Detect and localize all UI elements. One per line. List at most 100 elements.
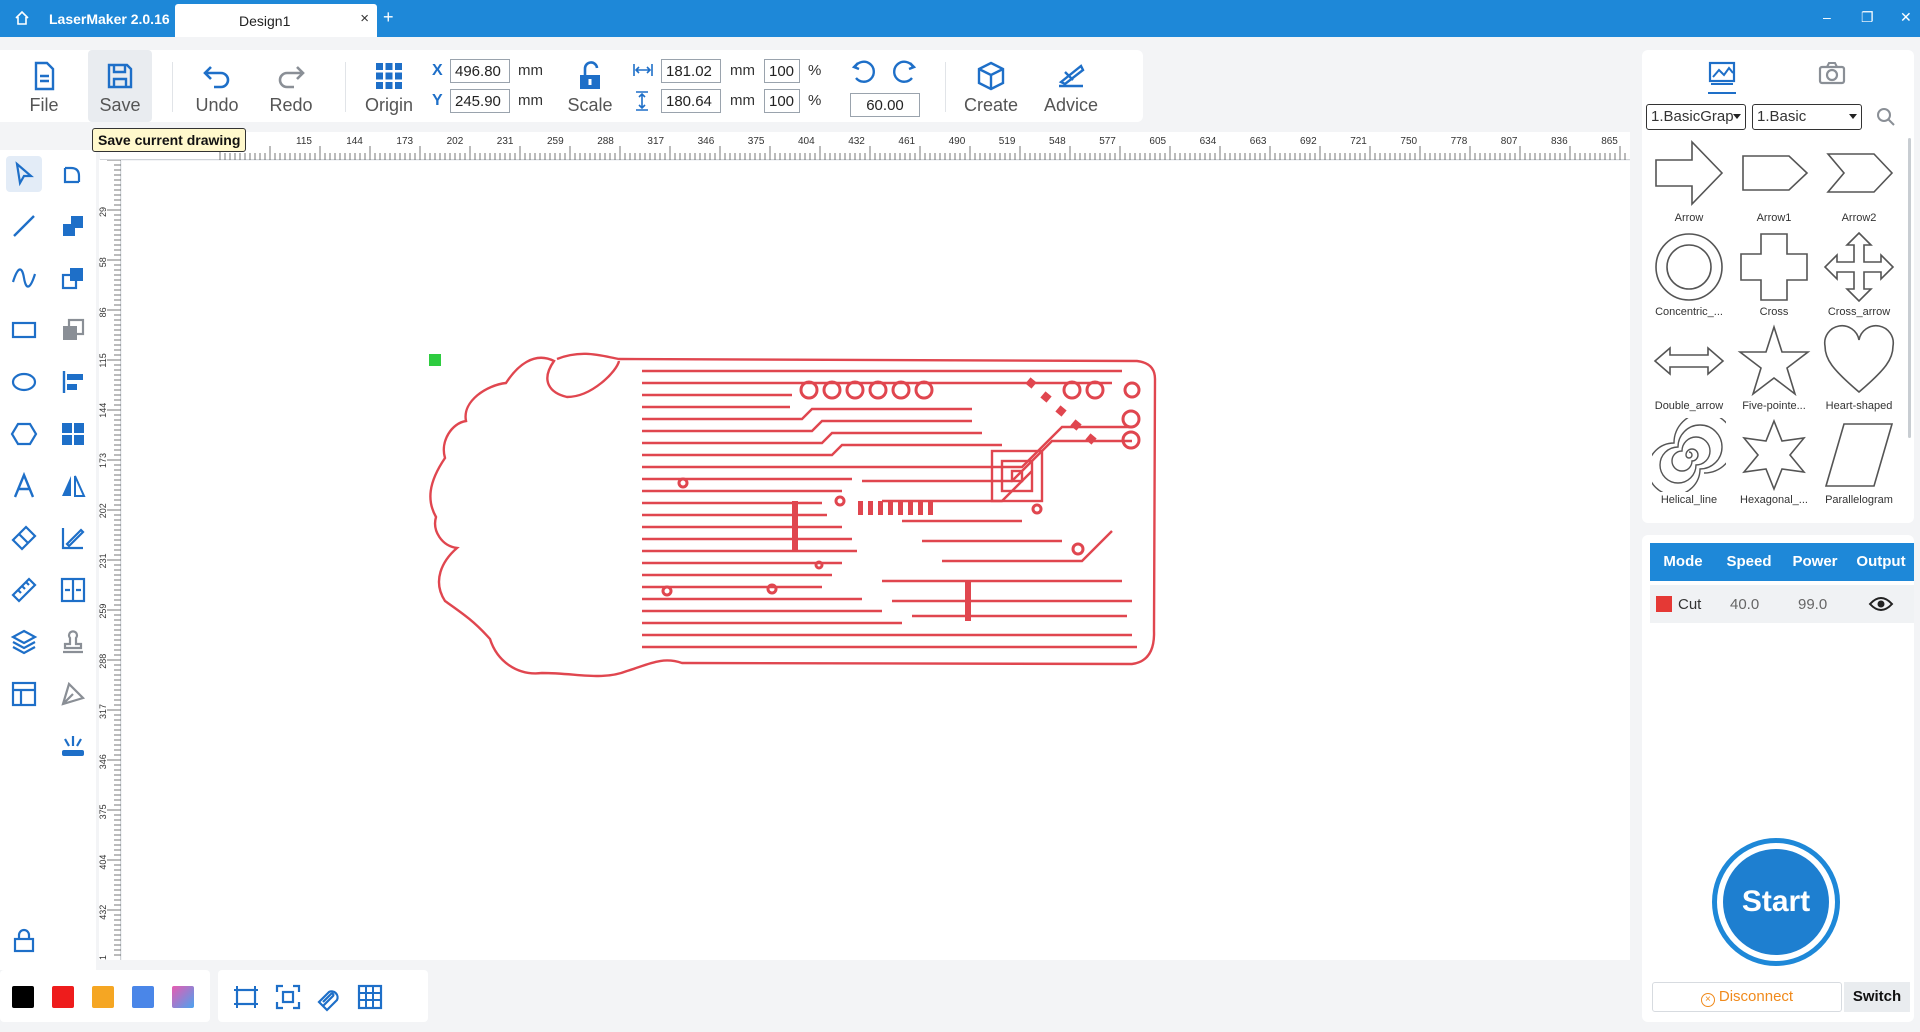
rotate-ccw-icon[interactable] [850,58,878,86]
color-swatch[interactable] [12,986,34,1008]
search-icon[interactable] [1876,107,1896,127]
color-swatch[interactable] [172,986,194,1008]
offset-tool[interactable] [55,312,91,348]
start-button[interactable]: Start [1712,838,1840,966]
measure-tool[interactable] [6,572,42,608]
ruler-label: 202 [447,136,464,147]
height-percent-input[interactable] [764,89,800,113]
line-icon [13,215,35,237]
shape-arrow1[interactable]: Arrow1 [1733,136,1815,228]
shape-arrow2[interactable]: Arrow2 [1818,136,1900,228]
pen-tool[interactable] [55,676,91,712]
color-swatch[interactable] [132,986,154,1008]
layer-power[interactable]: 99.0 [1798,596,1827,613]
undo-button[interactable]: Undo [184,50,250,122]
text-tool[interactable] [6,468,42,504]
maximize-button[interactable]: ❐ [1861,9,1874,26]
close-window-button[interactable]: ✕ [1900,9,1912,26]
color-swatch[interactable] [52,986,74,1008]
mirror-tool[interactable] [55,468,91,504]
subcategory-select[interactable]: 1.Basic [1752,104,1862,130]
curve-tool[interactable] [6,260,42,296]
toolbar-divider [345,62,346,112]
width-input[interactable] [661,59,721,83]
shape-parallelogram[interactable]: Parallelogram [1818,418,1900,510]
layers-tool[interactable] [6,624,42,660]
lock-tool[interactable] [6,922,42,958]
layer-mode[interactable]: Cut [1678,596,1701,613]
ruler-label: 317 [99,704,108,719]
minimize-button[interactable]: – [1823,9,1831,25]
copy-tool[interactable] [55,260,91,296]
shape-five-pointed-star[interactable]: Five-pointe... [1733,324,1815,416]
tab-design1[interactable]: Design1 × [175,4,377,37]
rotate-angle-input[interactable] [850,93,920,117]
color-palette-bar [0,970,210,1022]
home-icon[interactable] [14,10,30,26]
magnet-icon[interactable] [315,982,345,1012]
sketch-icon [61,528,85,550]
rectangle-tool[interactable] [6,312,42,348]
shape-hexagonal-star[interactable]: Hexagonal_... [1733,418,1815,510]
node-edit-tool[interactable] [55,156,91,192]
double-arrow-shape-icon [1653,346,1725,376]
tab-graphics[interactable] [1702,56,1742,94]
layer-row[interactable]: Cut 40.0 99.0 [1650,585,1914,623]
rotate-cw-icon[interactable] [890,58,918,86]
tab-close-button[interactable]: × [360,10,369,27]
eraser-tool[interactable] [6,520,42,556]
ellipse-tool[interactable] [6,364,42,400]
array-tool[interactable] [55,416,91,452]
redo-button[interactable]: Redo [258,50,324,122]
save-button[interactable]: Save [88,50,152,122]
shape-library-panel: 1.BasicGrap 1.Basic Arrow Arrow1 Arrow2 … [1642,50,1914,523]
shape-concentric[interactable]: Concentric_... [1648,230,1730,322]
template-tool[interactable] [6,676,42,712]
tab-camera[interactable] [1812,56,1852,92]
ruler-label: 634 [1200,136,1217,147]
add-tab-button[interactable]: + [383,7,394,28]
polygon-tool[interactable] [6,416,42,452]
origin-button[interactable]: Origin [354,50,424,122]
grid-icon[interactable] [355,982,385,1012]
combine-tool[interactable] [55,208,91,244]
ruler-label: 836 [1551,136,1568,147]
disconnect-button[interactable]: × Disconnect [1652,982,1842,1012]
y-position-input[interactable] [450,89,510,113]
eraser-icon [11,525,37,551]
cube-icon [977,61,1005,91]
stamp-tool[interactable] [55,624,91,660]
fit-page-icon[interactable] [231,982,261,1012]
pcb-design-drawing[interactable] [122,161,1630,960]
offset-icon [63,318,85,340]
align-tool[interactable] [55,364,91,400]
fit-selection-icon[interactable] [273,982,303,1012]
grid-layout-tool[interactable] [55,572,91,608]
shape-helical-line[interactable]: Helical_line [1648,418,1730,510]
switch-button[interactable]: Switch [1844,982,1910,1012]
x-position-input[interactable] [450,59,510,83]
shape-name: Arrow [1674,212,1704,224]
height-input[interactable] [661,89,721,113]
shape-list-scrollbar[interactable] [1908,138,1911,438]
select-tool[interactable] [6,156,42,192]
shape-cross[interactable]: Cross [1733,230,1815,322]
laser-tool[interactable] [55,728,91,764]
file-button[interactable]: File [14,50,74,122]
create-button[interactable]: Create [956,50,1026,122]
sketch-tool[interactable] [55,520,91,556]
shape-heart[interactable]: Heart-shaped [1818,324,1900,416]
advice-button[interactable]: Advice [1036,50,1106,122]
scale-lock-button[interactable]: Scale [560,50,620,122]
color-swatch[interactable] [92,986,114,1008]
shape-arrow[interactable]: Arrow [1648,136,1730,228]
width-percent-input[interactable] [764,59,800,83]
combine-icon [63,216,83,236]
eye-icon[interactable] [1868,595,1894,613]
design-canvas[interactable] [122,161,1630,960]
line-tool[interactable] [6,208,42,244]
layer-speed[interactable]: 40.0 [1730,596,1759,613]
shape-cross-arrow[interactable]: Cross_arrow [1818,230,1900,322]
category-select[interactable]: 1.BasicGrap [1646,104,1746,130]
shape-double-arrow[interactable]: Double_arrow [1648,324,1730,416]
